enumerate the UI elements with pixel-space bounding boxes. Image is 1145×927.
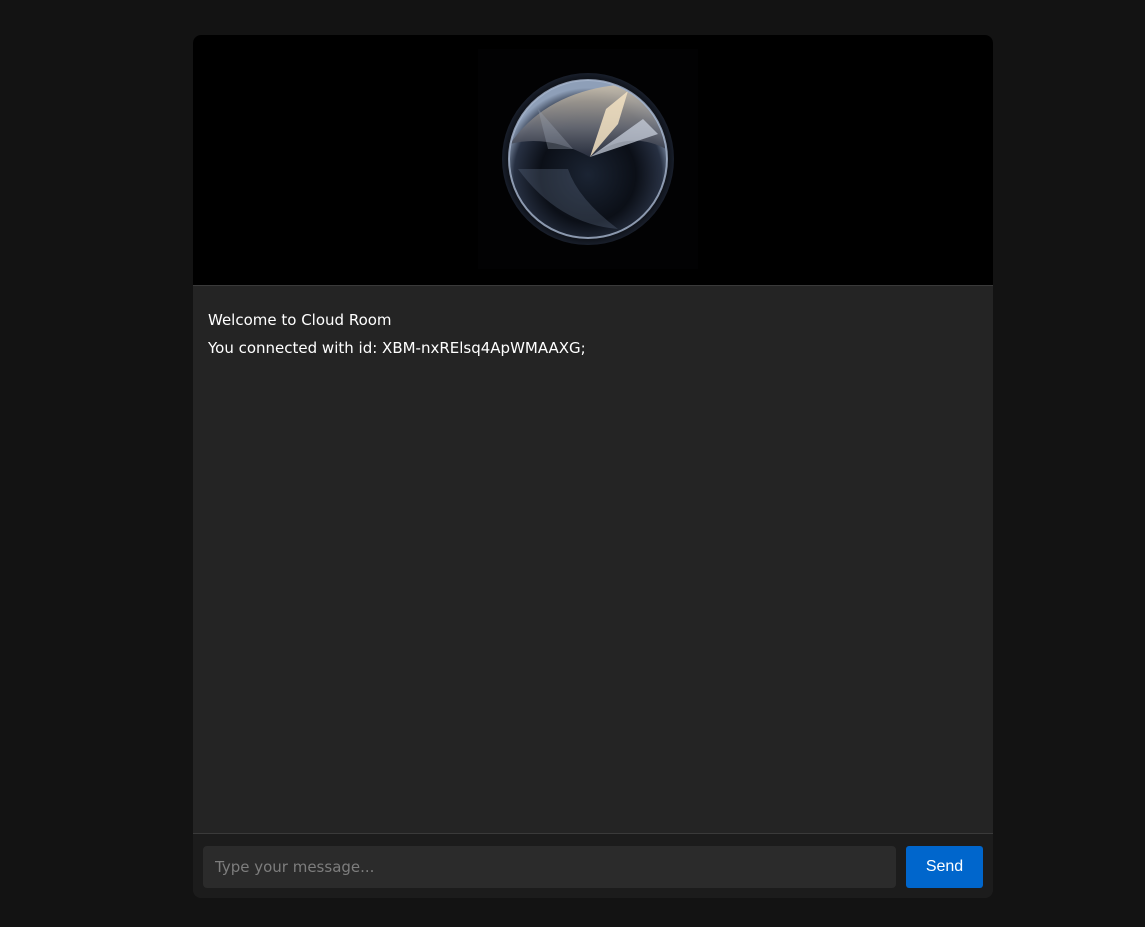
message-item: You connected with id: XBM-nxRElsq4ApWMA… bbox=[208, 339, 586, 357]
message-composer: Send bbox=[193, 835, 993, 898]
glass-orb-icon bbox=[502, 73, 674, 245]
message-list: Welcome to Cloud Room You connected with… bbox=[193, 286, 993, 834]
message-item: Welcome to Cloud Room bbox=[208, 311, 392, 329]
message-input[interactable] bbox=[203, 846, 896, 888]
chat-window: Welcome to Cloud Room You connected with… bbox=[193, 35, 993, 898]
glass-orb-image bbox=[478, 49, 698, 269]
hero-banner bbox=[193, 35, 993, 286]
send-button[interactable]: Send bbox=[906, 846, 983, 888]
